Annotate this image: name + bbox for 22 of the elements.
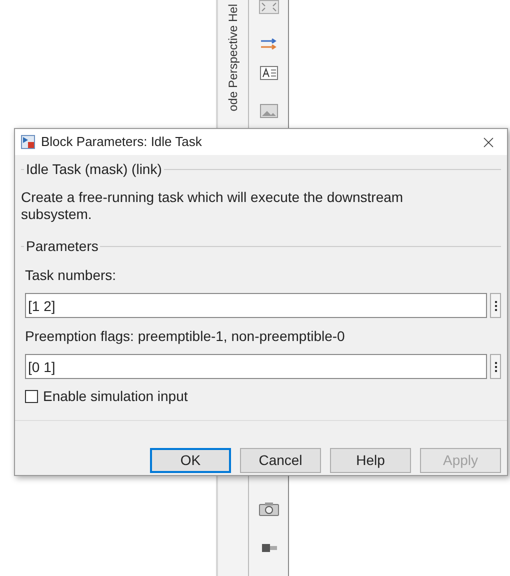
block-app-icon [21,135,35,149]
checkbox[interactable] [25,390,38,403]
camera-icon[interactable] [258,502,278,516]
description-text: Create a free-running task which will execute the downstream subsystem. [21,189,404,223]
checkbox-label: Enable simulation input [43,387,188,406]
field-label: Preemption flags: preemptible-1, non-preemptible-0 [25,327,346,346]
options-button[interactable] [490,293,501,318]
group-title: Idle Task (mask) (link) [25,160,163,179]
group-title: Parameters [25,237,100,256]
dialog-button[interactable]: OK [150,448,231,473]
parameter-field[interactable]: [1 2] [25,293,487,318]
panel-tab-label[interactable]: ode Perspective Hel [227,4,239,112]
dialog-button[interactable]: Help [330,448,411,473]
dialog-button[interactable]: Cancel [240,448,321,473]
text-block-icon[interactable] [260,66,278,80]
window-title: Block Parameters: Idle Task [41,133,203,152]
image-icon[interactable] [260,104,278,118]
arrows-icon[interactable] [260,38,278,50]
parameter-field[interactable]: [0 1] [25,354,487,379]
fit-view-icon[interactable] [258,0,278,14]
options-button[interactable] [490,354,501,379]
field-label: Task numbers: [25,266,118,285]
